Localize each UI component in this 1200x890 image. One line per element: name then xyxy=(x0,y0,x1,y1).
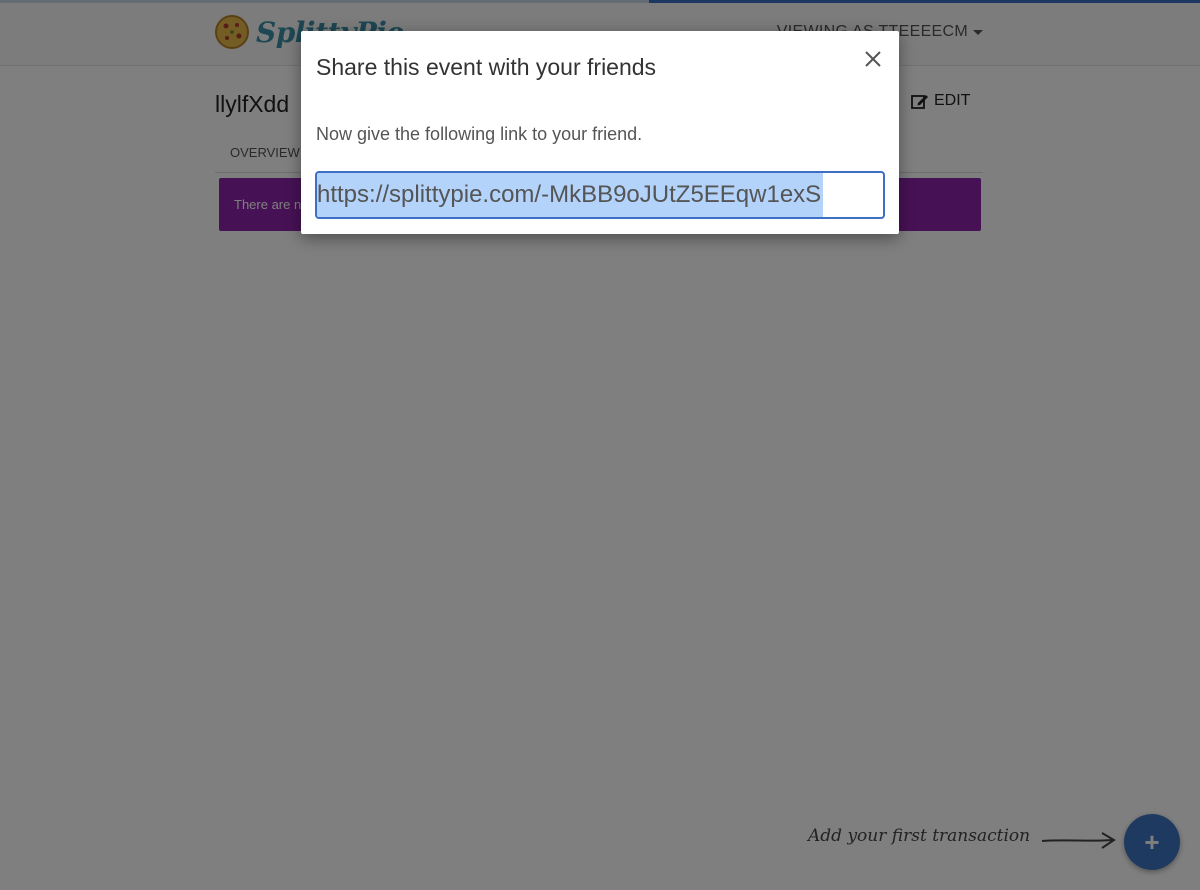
modal-message: Now give the following link to your frie… xyxy=(316,124,643,144)
share-link-text: https://splittypie.com/-MkBB9oJUtZ5EEqw1… xyxy=(317,173,824,217)
share-modal: Share this event with your friends Now g… xyxy=(301,31,899,234)
share-link-input[interactable]: https://splittypie.com/-MkBB9oJUtZ5EEqw1… xyxy=(315,171,885,219)
close-icon[interactable] xyxy=(862,48,884,70)
modal-title: Share this event with your friends xyxy=(316,54,657,80)
